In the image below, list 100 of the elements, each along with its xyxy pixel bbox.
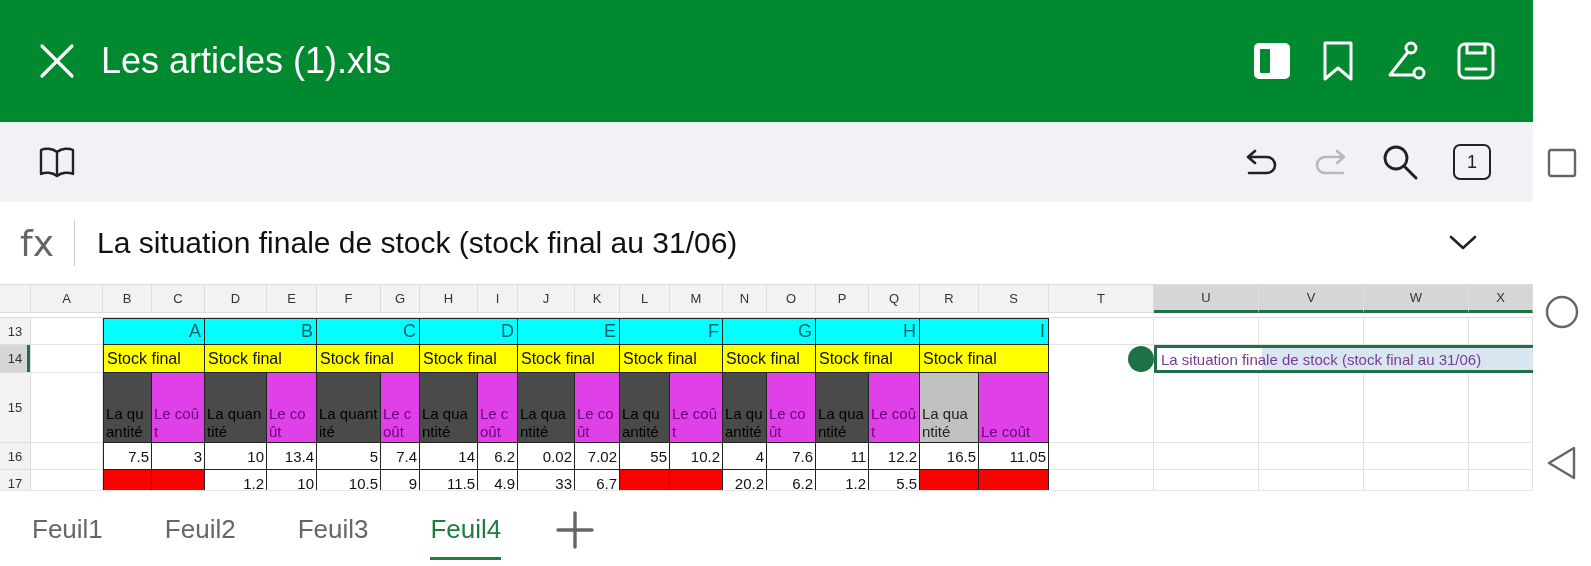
column-header[interactable]: I: [478, 285, 518, 313]
column-header[interactable]: W: [1364, 285, 1469, 313]
table-cell: Le coût: [381, 373, 420, 443]
column-header[interactable]: H: [420, 285, 478, 313]
column-header[interactable]: D: [205, 285, 267, 313]
chevron-down-icon[interactable]: [1449, 235, 1477, 251]
book-icon[interactable]: [38, 146, 76, 178]
column-header[interactable]: G: [381, 285, 420, 313]
table-cell: Le coût: [152, 373, 205, 443]
table-cell: 5: [317, 443, 381, 470]
save-icon[interactable]: [1456, 41, 1496, 81]
home-icon[interactable]: [1545, 295, 1579, 329]
empty-cell[interactable]: [1259, 443, 1364, 470]
column-header[interactable]: V: [1259, 285, 1364, 313]
table-cell: Le coût: [979, 373, 1049, 443]
table-cell: Stock final: [920, 345, 1049, 373]
selection-handle[interactable]: [1128, 346, 1154, 372]
table-cell: La quantité: [205, 373, 267, 443]
table-cell: Stock final: [518, 345, 620, 373]
table-cell: La quantité: [723, 373, 767, 443]
row-header[interactable]: 16: [0, 443, 31, 470]
table-cell: 0.02: [518, 443, 575, 470]
table-cell: I: [920, 318, 1049, 345]
row-header[interactable]: 14: [0, 345, 31, 373]
table-cell: 14: [420, 443, 478, 470]
column-header[interactable]: F: [317, 285, 381, 313]
table-cell: B: [205, 318, 317, 345]
sheet-tab[interactable]: Feuil3: [297, 497, 369, 560]
column-header[interactable]: R: [920, 285, 979, 313]
table-cell: 16.5: [920, 443, 979, 470]
column-header[interactable]: L: [620, 285, 670, 313]
table-cell: 7.02: [575, 443, 620, 470]
table-cell: H: [816, 318, 920, 345]
sheet-tab[interactable]: Feuil4: [430, 497, 502, 560]
table-cell: D: [420, 318, 518, 345]
table-cell: E: [518, 318, 620, 345]
document-title: Les articles (1).xls: [101, 40, 393, 82]
formula-field[interactable]: La situation finale de stock (stock final au 31/06): [97, 226, 1449, 260]
table-cell: 7.6: [767, 443, 816, 470]
table-cell: 7.5: [103, 443, 152, 470]
column-header[interactable]: A: [31, 285, 103, 313]
table-cell: La quantité: [620, 373, 670, 443]
column-header[interactable]: C: [152, 285, 205, 313]
table-cell: Le coût: [267, 373, 317, 443]
back-icon[interactable]: [1547, 446, 1577, 480]
column-header[interactable]: E: [267, 285, 317, 313]
column-header[interactable]: O: [767, 285, 816, 313]
column-header[interactable]: J: [518, 285, 575, 313]
table-cell: 10.2: [670, 443, 723, 470]
table-cell: 10: [205, 443, 267, 470]
page-count-button[interactable]: 1: [1453, 144, 1491, 180]
column-header[interactable]: U: [1154, 285, 1259, 313]
column-header[interactable]: S: [979, 285, 1049, 313]
column-header[interactable]: T: [1049, 285, 1154, 313]
empty-cell[interactable]: [1364, 443, 1469, 470]
table-cell: La quantité: [518, 373, 575, 443]
row-header[interactable]: 13: [0, 318, 31, 345]
table-cell: Stock final: [205, 345, 317, 373]
table-cell: Stock final: [620, 345, 723, 373]
table-cell: La quantité: [920, 373, 979, 443]
column-header[interactable]: M: [670, 285, 723, 313]
column-header[interactable]: P: [816, 285, 869, 313]
close-icon[interactable]: [38, 42, 76, 80]
undo-icon[interactable]: [1245, 147, 1279, 177]
table-cell: La quantité: [420, 373, 478, 443]
table-cell: La quantité: [317, 373, 381, 443]
sheet-tab[interactable]: Feuil2: [164, 497, 236, 560]
panel-icon[interactable]: [1252, 41, 1292, 81]
row-header[interactable]: 17: [0, 470, 31, 490]
column-header[interactable]: B: [103, 285, 152, 313]
sheet-tab[interactable]: Feuil1: [32, 497, 103, 560]
row-header[interactable]: 15: [0, 373, 31, 443]
table-cell: F: [620, 318, 723, 345]
column-header[interactable]: X: [1469, 285, 1533, 313]
bookmark-icon[interactable]: [1322, 40, 1354, 82]
table-cell: C: [317, 318, 420, 345]
table-cell: Le coût: [869, 373, 920, 443]
table-cell: 11: [816, 443, 869, 470]
table-cell: Stock final: [816, 345, 920, 373]
column-header[interactable]: N: [723, 285, 767, 313]
table-cell: La quantité: [816, 373, 869, 443]
table-cell: Stock final: [420, 345, 518, 373]
plus-icon[interactable]: [556, 510, 595, 549]
table-cell: Stock final: [723, 345, 816, 373]
table-cell: 12.2: [869, 443, 920, 470]
table-cell: Stock final: [103, 345, 205, 373]
function-label: fx: [20, 222, 54, 264]
table-cell: A: [103, 318, 205, 345]
table-cell: 13.4: [267, 443, 317, 470]
empty-cell[interactable]: [1154, 443, 1259, 470]
select-all-corner[interactable]: [0, 285, 31, 313]
table-cell: 11.05: [979, 443, 1049, 470]
table-cell: 6.2: [478, 443, 518, 470]
search-icon[interactable]: [1381, 143, 1419, 181]
active-cell[interactable]: La situation finale de stock (stock final au 31/06): [1154, 345, 1533, 373]
table-cell: G: [723, 318, 816, 345]
table-cell: Le coût: [670, 373, 723, 443]
column-header[interactable]: Q: [869, 285, 920, 313]
recent-apps-icon[interactable]: [1547, 148, 1577, 178]
column-header[interactable]: K: [575, 285, 620, 313]
